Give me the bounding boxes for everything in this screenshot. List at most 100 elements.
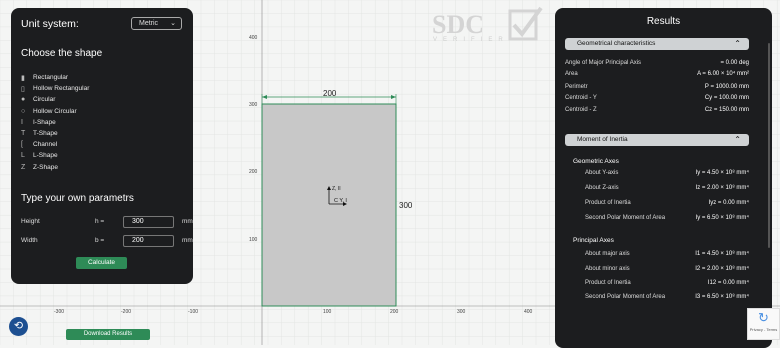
result-value: I12 = 0.00 mm⁴ [707,280,749,286]
width-input[interactable]: 200 [123,235,174,247]
width-unit: mm [182,237,193,244]
shape-option-i-shape[interactable]: I I-Shape [21,117,89,128]
width-row: Width b = 200 mm [21,235,193,247]
x-tick-label: -200 [121,309,131,315]
shape-option-rectangular[interactable]: ▮ Rectangular [21,72,89,83]
result-label: Product of Inertia [585,280,631,286]
result-label: Product of Inertia [585,200,631,206]
svg-text:200: 200 [323,89,337,98]
x-tick-label: 300 [457,309,466,315]
shape-option-t-shape[interactable]: T T-Shape [21,128,89,139]
calculate-button[interactable]: Calculate [76,257,127,269]
result-row: Perimetr P = 1000.00 mm [565,83,749,93]
result-row: Product of Inertia I12 = 0.00 mm⁴ [565,279,749,289]
result-row: Centroid - Y Cy = 100.00 mm [565,94,749,104]
i-shape-icon: I [21,118,23,126]
height-variable: h = [95,218,105,225]
download-results-button[interactable]: Download Results [66,329,150,340]
results-panel: Results Geometrical characteristics ⌃ An… [555,8,772,348]
cookie-settings-icon[interactable]: ⟲ [9,317,28,336]
result-row: Area A = 6.00 × 10⁴ mm² [565,70,749,80]
hollow-circle-icon: ○ [21,107,26,115]
result-value: A = 6.00 × 10⁴ mm² [697,71,749,77]
result-value: Iy = 4.50 × 10⁸ mm⁴ [695,170,749,176]
x-tick-label: 200 [390,309,399,315]
y-tick-label: 100 [249,237,258,243]
shape-list: ▮ Rectangular ▯ Hollow Rectangular ● Circular… [21,72,89,173]
chevron-up-icon: ⌃ [734,39,741,48]
result-row: About major axis I1 = 4.50 × 10⁸ mm⁴ [565,250,749,260]
result-label: Perimetr [565,84,588,90]
choose-shape-heading: Choose the shape [21,48,103,59]
result-value: Cz = 150.00 mm [704,107,749,113]
unit-system-value: Metric [139,20,159,27]
y-tick-label: 400 [249,35,258,41]
results-title: Results [646,16,681,27]
result-row: Angle of Major Principal Axis = 0.00 deg [565,59,749,69]
parameters-heading: Type your own parametrs [21,193,134,204]
unit-system-select[interactable]: Metric ⌄ [131,17,182,30]
result-value: = 0.00 deg [720,60,749,66]
result-label: Centroid - Y [565,95,597,101]
svg-text:Z, II: Z, II [332,186,341,192]
shape-option-label: T-Shape [33,130,58,138]
result-label: About major axis [585,251,630,257]
height-row: Height h = 300 mm [21,216,193,228]
recaptcha-badge[interactable]: ↻ Privacy - Terms [747,308,780,340]
result-label: Area [565,71,578,77]
result-value: I3 = 6.50 × 10⁸ mm⁴ [695,294,749,300]
shape-input-panel: Unit system: Metric ⌄ Choose the shape ▮… [11,8,193,284]
y-tick-label: 200 [249,169,258,175]
shape-option-l-shape[interactable]: L L-Shape [21,150,89,161]
geometrical-characteristics-label: Geometrical characteristics [577,40,656,47]
shape-option-label: Hollow Circular [33,107,77,115]
result-label: About minor axis [585,266,630,272]
shape-option-label: Z-Shape [33,163,58,171]
height-label: Height [21,218,40,225]
shape-option-channel[interactable]: [Channel [21,139,89,150]
shape-option-z-shape[interactable]: Z Z-Shape [21,162,89,173]
unit-system-label: Unit system: [21,18,79,30]
height-input[interactable]: 300 [123,216,174,228]
dimension-height: 300 [399,201,413,210]
result-label: Second Polar Moment of Area [585,294,666,300]
shape-option-hollow-circular[interactable]: ○ Hollow Circular [21,106,89,117]
svg-text:300: 300 [399,201,413,210]
filled-circle-icon: ● [21,96,26,104]
result-label: About Z-axis [585,185,619,191]
result-row: Product of Inertia Iyz = 0.00 mm⁴ [565,199,749,209]
result-row: About Z-axis Iz = 2.00 × 10⁸ mm⁴ [565,184,749,194]
result-value: Iy = 6.50 × 10⁸ mm⁴ [695,215,749,221]
t-shape-icon: T [21,130,26,138]
results-scrollbar[interactable] [768,43,770,248]
result-row: About Y-axis Iy = 4.50 × 10⁸ mm⁴ [565,169,749,179]
result-row: Second Polar Moment of Area I3 = 6.50 × 1… [565,293,749,303]
x-tick-label: 400 [524,309,533,315]
result-value: I1 = 4.50 × 10⁸ mm⁴ [695,251,749,257]
result-label: About Y-axis [585,170,619,176]
x-tick-label: 100 [323,309,332,315]
filled-rect-icon: ▮ [21,74,25,82]
hollow-rect-icon: ▯ [21,85,25,93]
svg-text:SDC: SDC [432,10,484,39]
result-label: Centroid - Z [565,107,597,113]
geometrical-characteristics-header[interactable]: Geometrical characteristics ⌃ [565,38,749,50]
shape-option-hollow-rectangular[interactable]: ▯ Hollow Rectangular [21,83,89,94]
result-value: I2 = 2.00 × 10⁸ mm⁴ [695,266,749,272]
result-value: Iyz = 0.00 mm⁴ [708,200,749,206]
width-label: Width [21,237,38,244]
result-row: About minor axis I2 = 2.00 × 10⁸ mm⁴ [565,265,749,275]
x-tick-label: -300 [54,309,64,315]
recaptcha-icon: ↻ [758,310,769,325]
moment-of-inertia-header[interactable]: Moment of Inertia ⌃ [565,134,749,146]
svg-text:C Y, I: C Y, I [334,198,347,204]
shape-option-circular[interactable]: ● Circular [21,94,89,105]
z-shape-icon: Z [21,163,26,171]
l-shape-icon: L [21,152,25,160]
width-variable: b = [95,237,105,244]
result-row: Second Polar Moment of Area Iy = 6.50 × 1… [565,214,749,224]
section-rectangle[interactable] [261,103,397,307]
shape-option-label: Circular [33,96,56,104]
shape-option-label: Channel [33,141,58,149]
chevron-up-icon: ⌃ [734,135,741,144]
